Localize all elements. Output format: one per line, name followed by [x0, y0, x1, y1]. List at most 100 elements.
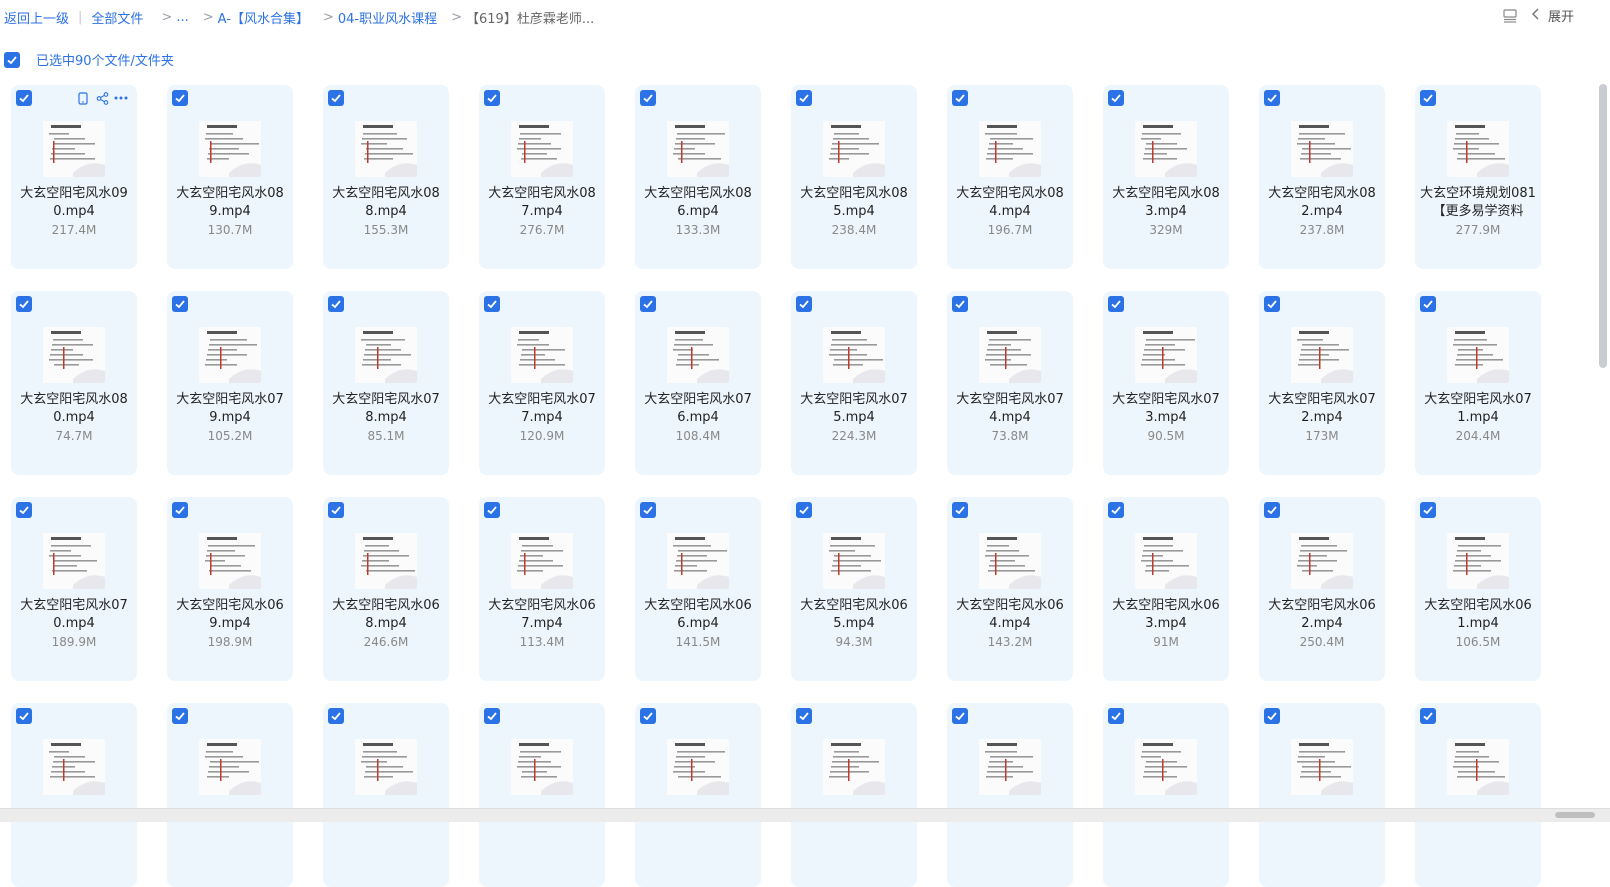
file-card[interactable]: 大玄空阳宅风水084.mp4 196.7M [947, 85, 1073, 269]
file-card[interactable] [1415, 703, 1541, 887]
file-card[interactable] [947, 703, 1073, 887]
file-checkbox[interactable] [1108, 708, 1124, 724]
file-checkbox[interactable] [484, 90, 500, 106]
file-checkbox[interactable] [640, 296, 656, 312]
file-card[interactable]: 大玄空阳宅风水072.mp4 173M [1259, 291, 1385, 475]
file-checkbox[interactable] [328, 708, 344, 724]
file-checkbox[interactable] [1264, 502, 1280, 518]
back-link[interactable]: 返回上一级 [4, 8, 69, 27]
file-checkbox[interactable] [484, 502, 500, 518]
horizontal-scroll-thumb[interactable] [1555, 812, 1595, 818]
file-card[interactable]: 大玄空阳宅风水077.mp4 120.9M [479, 291, 605, 475]
file-checkbox[interactable] [952, 296, 968, 312]
file-card[interactable]: 大玄空阳宅风水063.mp4 91M [1103, 497, 1229, 681]
file-checkbox[interactable] [640, 90, 656, 106]
file-card[interactable]: 大玄空阳宅风水064.mp4 143.2M [947, 497, 1073, 681]
file-checkbox[interactable] [1108, 502, 1124, 518]
file-card[interactable]: 大玄空阳宅风水061.mp4 106.5M [1415, 497, 1541, 681]
file-checkbox[interactable] [484, 708, 500, 724]
file-checkbox[interactable] [640, 502, 656, 518]
file-card[interactable] [791, 703, 917, 887]
file-checkbox[interactable] [16, 90, 32, 106]
file-card[interactable]: 大玄空阳宅风水067.mp4 113.4M [479, 497, 605, 681]
file-card[interactable] [11, 703, 137, 887]
file-card[interactable]: 大玄空阳宅风水088.mp4 155.3M [323, 85, 449, 269]
phone-icon[interactable] [76, 91, 90, 105]
file-card[interactable] [479, 703, 605, 887]
file-checkbox[interactable] [484, 296, 500, 312]
file-checkbox[interactable] [328, 296, 344, 312]
video-thumbnail-icon [1135, 533, 1197, 589]
file-card[interactable]: 大玄空阳宅风水076.mp4 108.4M [635, 291, 761, 475]
file-checkbox[interactable] [1420, 502, 1436, 518]
file-card[interactable] [635, 703, 761, 887]
file-size: 237.8M [1299, 223, 1345, 237]
file-card[interactable] [1103, 703, 1229, 887]
file-checkbox[interactable] [1264, 708, 1280, 724]
file-checkbox[interactable] [796, 90, 812, 106]
file-card[interactable]: 大玄空阳宅风水066.mp4 141.5M [635, 497, 761, 681]
list-view-icon[interactable] [1502, 8, 1518, 23]
file-checkbox[interactable] [328, 90, 344, 106]
horizontal-scrollbar[interactable] [0, 808, 1610, 822]
file-checkbox[interactable] [1420, 296, 1436, 312]
file-card[interactable]: 大玄空阳宅风水090.mp4 217.4M [11, 85, 137, 269]
vertical-scrollbar[interactable] [1599, 84, 1607, 368]
file-card[interactable]: 大玄空阳宅风水065.mp4 94.3M [791, 497, 917, 681]
file-name: 大玄空阳宅风水089.mp4 [176, 186, 284, 219]
file-card[interactable]: 大玄空阳宅风水070.mp4 189.9M [11, 497, 137, 681]
breadcrumb-all-files[interactable]: 全部文件 [91, 8, 143, 27]
file-card[interactable]: 大玄空阳宅风水073.mp4 90.5M [1103, 291, 1229, 475]
expand-button[interactable]: 展开 [1531, 6, 1574, 25]
file-checkbox[interactable] [16, 708, 32, 724]
file-checkbox[interactable] [952, 90, 968, 106]
file-checkbox[interactable] [952, 708, 968, 724]
file-checkbox[interactable] [1420, 708, 1436, 724]
file-checkbox[interactable] [640, 708, 656, 724]
file-checkbox[interactable] [796, 296, 812, 312]
file-card[interactable] [323, 703, 449, 887]
breadcrumb-level1[interactable]: A-【风水合集】 [218, 8, 309, 27]
file-name: 大玄空阳宅风水068.mp4 [332, 598, 440, 631]
share-icon[interactable] [95, 91, 109, 105]
file-card[interactable]: 大玄空阳宅风水062.mp4 250.4M [1259, 497, 1385, 681]
file-card[interactable]: 大玄空阳宅风水087.mp4 276.7M [479, 85, 605, 269]
file-card[interactable]: 大玄空阳宅风水074.mp4 73.8M [947, 291, 1073, 475]
video-thumbnail-icon [43, 327, 105, 383]
file-checkbox[interactable] [172, 90, 188, 106]
file-checkbox[interactable] [328, 502, 344, 518]
file-checkbox[interactable] [16, 502, 32, 518]
file-card[interactable]: 大玄空阳宅风水080.mp4 74.7M [11, 291, 137, 475]
file-card[interactable]: 大玄空阳宅风水069.mp4 198.9M [167, 497, 293, 681]
file-card[interactable] [167, 703, 293, 887]
file-card[interactable]: 大玄空阳宅风水086.mp4 133.3M [635, 85, 761, 269]
file-checkbox[interactable] [796, 708, 812, 724]
file-card[interactable]: 大玄空阳宅风水079.mp4 105.2M [167, 291, 293, 475]
file-checkbox[interactable] [1420, 90, 1436, 106]
more-icon[interactable] [114, 91, 128, 105]
file-card[interactable]: 大玄空阳宅风水083.mp4 329M [1103, 85, 1229, 269]
select-all-checkbox[interactable] [4, 51, 20, 68]
file-card[interactable]: 大玄空环境规划081【更多易学资料 277.9M [1415, 85, 1541, 269]
file-checkbox[interactable] [796, 502, 812, 518]
file-name: 大玄空阳宅风水061.mp4 [1424, 598, 1532, 631]
file-checkbox[interactable] [1264, 90, 1280, 106]
file-checkbox[interactable] [1108, 90, 1124, 106]
file-card[interactable]: 大玄空阳宅风水068.mp4 246.6M [323, 497, 449, 681]
file-card[interactable]: 大玄空阳宅风水075.mp4 224.3M [791, 291, 917, 475]
file-card[interactable]: 大玄空阳宅风水082.mp4 237.8M [1259, 85, 1385, 269]
breadcrumb-level2[interactable]: 04-职业风水课程 [338, 8, 437, 27]
breadcrumb-ellipsis[interactable]: ... [176, 10, 188, 25]
file-checkbox[interactable] [16, 296, 32, 312]
file-card[interactable]: 大玄空阳宅风水085.mp4 238.4M [791, 85, 917, 269]
file-checkbox[interactable] [172, 296, 188, 312]
file-checkbox[interactable] [952, 502, 968, 518]
file-card[interactable]: 大玄空阳宅风水089.mp4 130.7M [167, 85, 293, 269]
file-checkbox[interactable] [172, 502, 188, 518]
file-card[interactable] [1259, 703, 1385, 887]
file-checkbox[interactable] [1264, 296, 1280, 312]
file-card[interactable]: 大玄空阳宅风水078.mp4 85.1M [323, 291, 449, 475]
file-checkbox[interactable] [1108, 296, 1124, 312]
file-card[interactable]: 大玄空阳宅风水071.mp4 204.4M [1415, 291, 1541, 475]
file-checkbox[interactable] [172, 708, 188, 724]
